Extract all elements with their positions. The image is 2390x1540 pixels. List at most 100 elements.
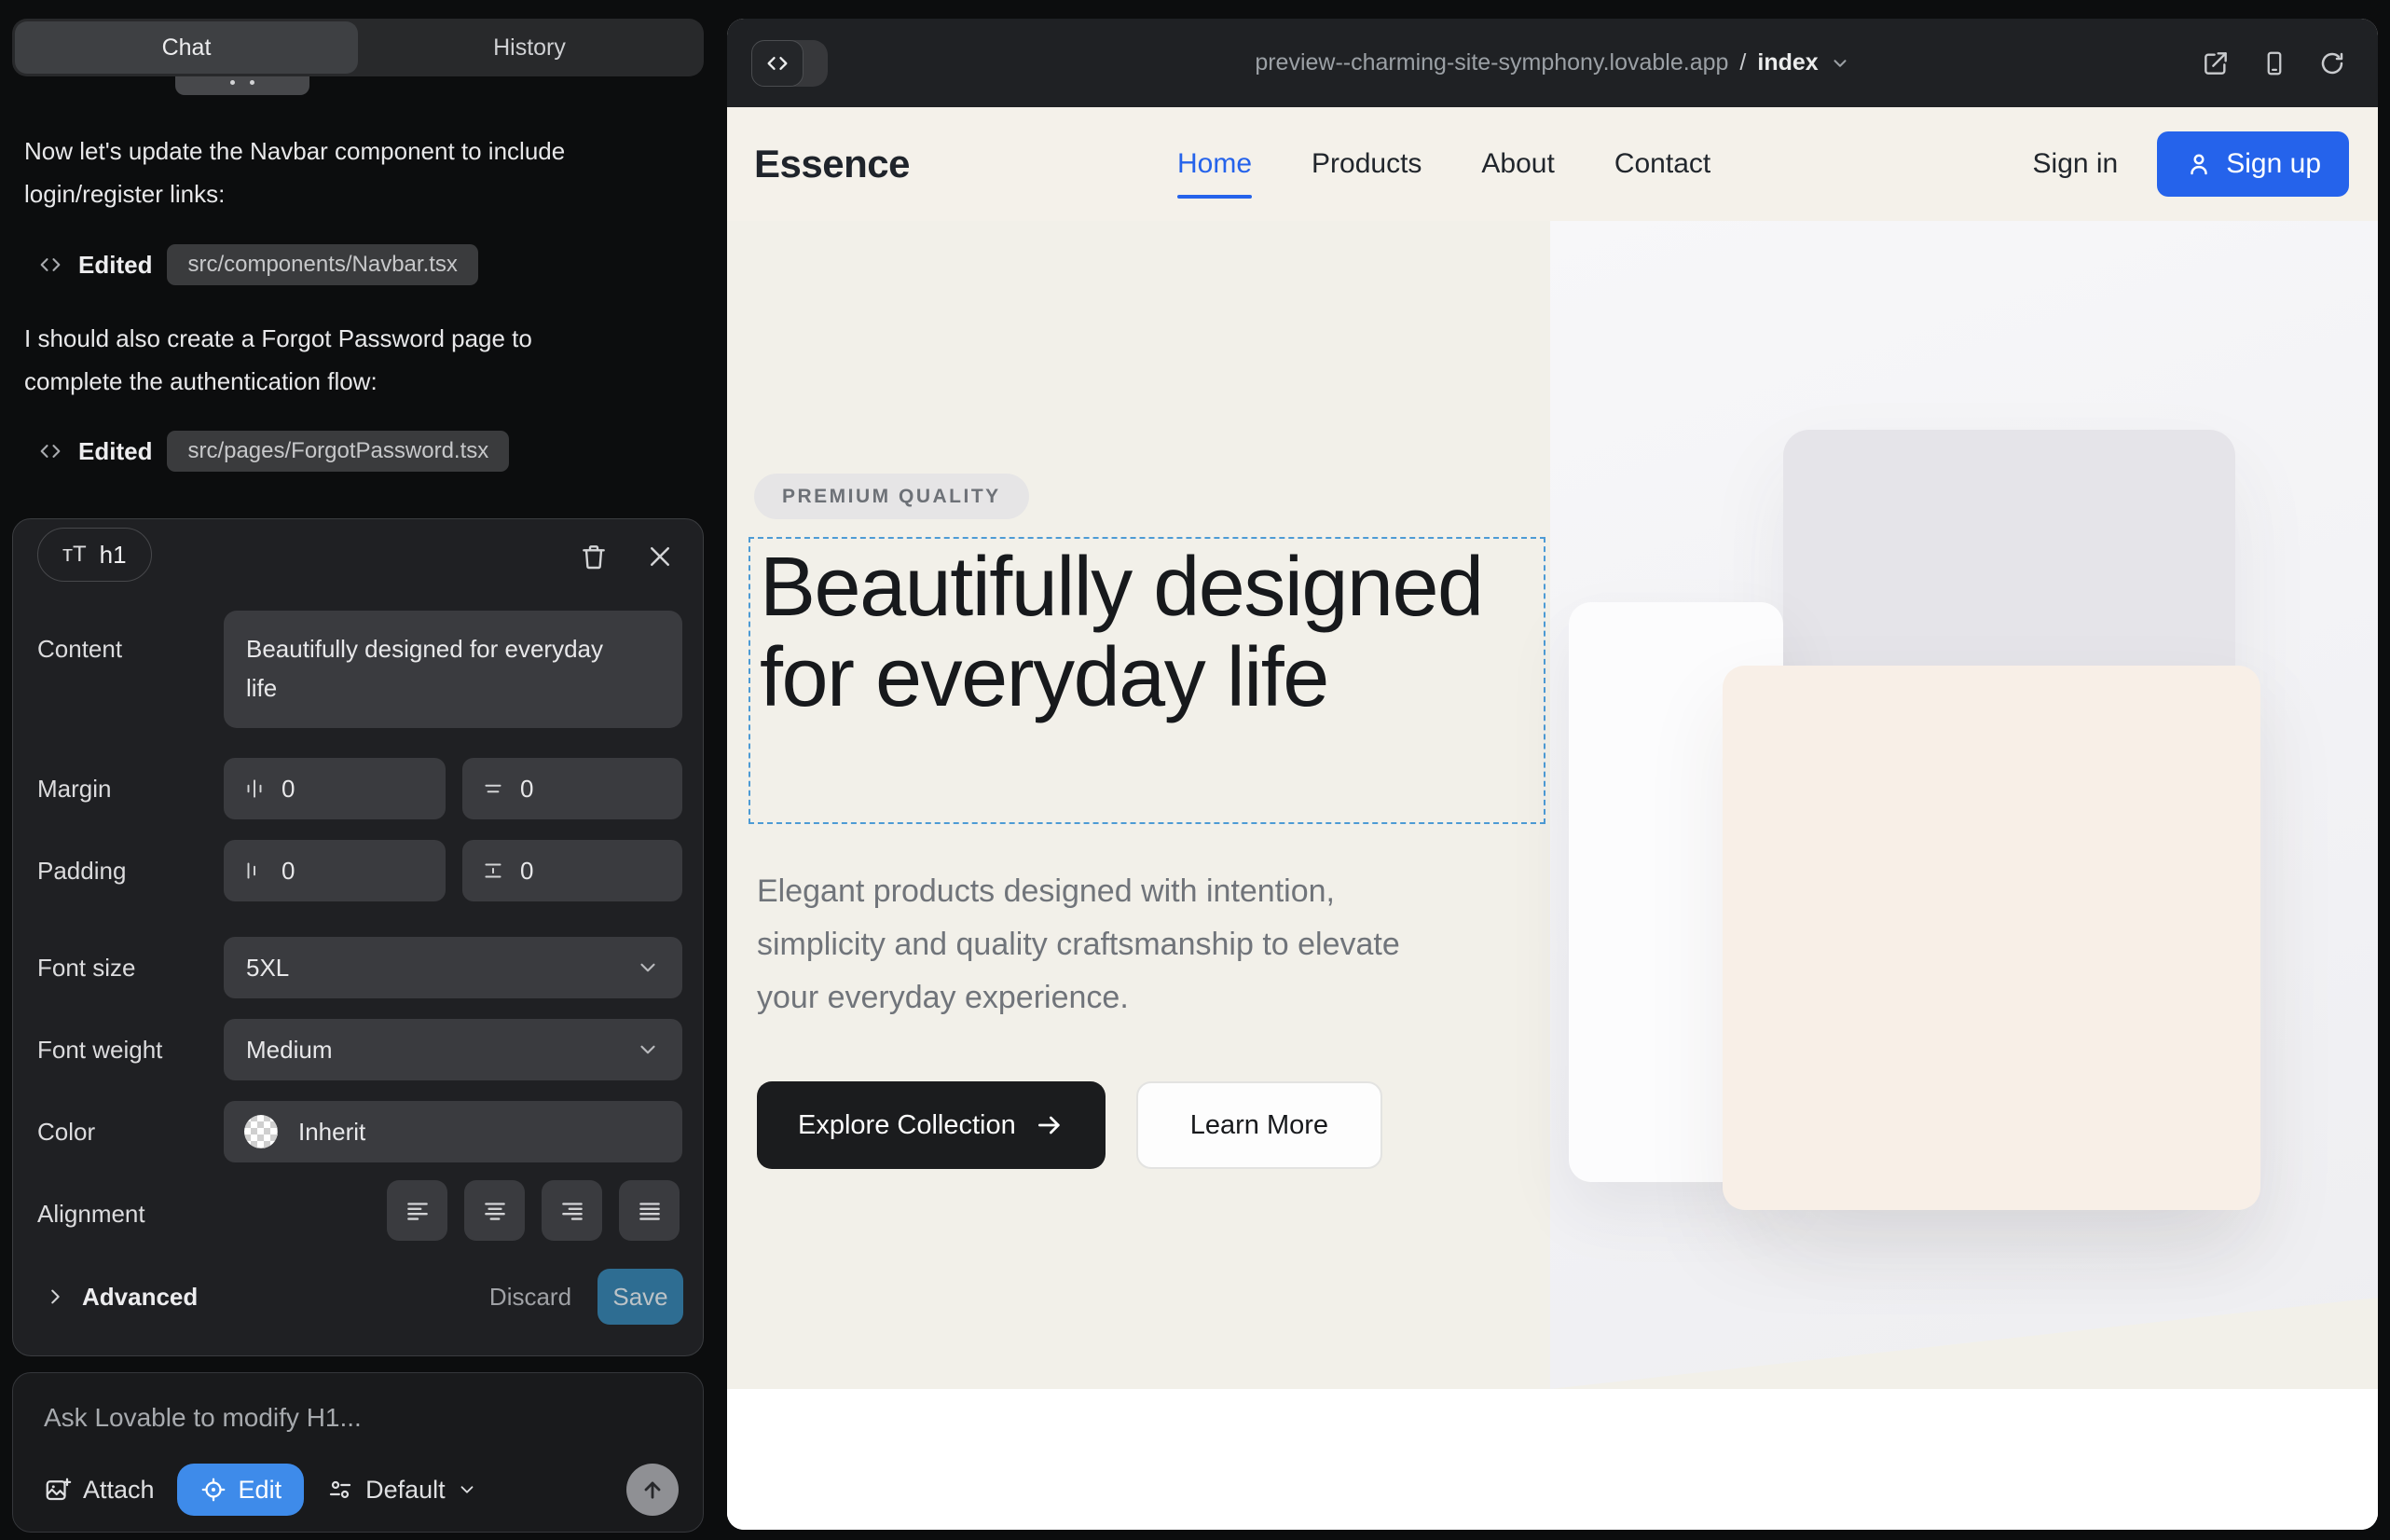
font-weight-label: Font weight <box>37 1036 162 1065</box>
margin-horizontal-icon <box>242 777 267 801</box>
url-path: index <box>1757 49 1818 76</box>
padding-x-input[interactable]: 0 <box>224 840 446 901</box>
learn-more-button[interactable]: Learn More <box>1136 1081 1382 1169</box>
advanced-label: Advanced <box>82 1283 198 1312</box>
file-chip[interactable]: src/pages/ForgotPassword.tsx <box>167 431 509 472</box>
preview-window: preview--charming-site-symphony.lovable.… <box>727 19 2378 1530</box>
font-size-value: 5XL <box>246 954 289 983</box>
edited-file-row: Edited src/components/Navbar.tsx <box>37 244 478 285</box>
discard-button[interactable]: Discard <box>479 1269 582 1325</box>
tab-chat[interactable]: Chat <box>15 21 358 74</box>
font-weight-select[interactable]: Medium <box>224 1019 682 1080</box>
save-button[interactable]: Save <box>598 1269 683 1325</box>
user-icon <box>2185 150 2213 178</box>
composer-input[interactable]: Ask Lovable to modify H1... <box>44 1403 362 1433</box>
typography-icon: тT <box>62 542 87 568</box>
edited-label: Edited <box>78 437 152 466</box>
margin-vertical-icon <box>481 777 505 801</box>
margin-y-value: 0 <box>520 775 533 804</box>
element-editor-panel: тT h1 Content Beautifully designed for e… <box>12 518 704 1356</box>
chevron-down-icon <box>636 1038 660 1062</box>
color-swatch-transparent <box>244 1115 278 1148</box>
site-footer-band <box>727 1389 2378 1530</box>
default-mode-dropdown[interactable]: Default <box>326 1476 477 1505</box>
locate-icon <box>199 1476 227 1504</box>
default-label: Default <box>365 1476 446 1505</box>
color-select[interactable]: Inherit <box>224 1101 682 1162</box>
selected-element-tag[interactable]: тT h1 <box>37 528 152 582</box>
font-size-select[interactable]: 5XL <box>224 937 682 998</box>
explore-collection-label: Explore Collection <box>798 1110 1016 1141</box>
sidebar-tabs: Chat History <box>12 19 704 76</box>
decor-diagonal-wedge <box>1550 1298 2378 1389</box>
code-icon <box>37 438 63 464</box>
nav-link-products[interactable]: Products <box>1312 148 1422 180</box>
browser-actions <box>2201 19 2346 107</box>
site-viewport: Essence Home Products About Contact Sign… <box>727 107 2378 1530</box>
nav-link-contact[interactable]: Contact <box>1614 148 1710 180</box>
align-center-button[interactable] <box>464 1180 525 1241</box>
refresh-icon[interactable] <box>2318 49 2346 77</box>
composer-toolbar: Attach Edit Default <box>44 1463 679 1517</box>
sidebar: Chat History Now let's update the Navbar… <box>0 0 727 1540</box>
tab-history[interactable]: History <box>358 21 701 74</box>
chat-message: I should also create a Forgot Password p… <box>24 317 584 403</box>
content-input[interactable]: Beautifully designed for everyday life <box>224 611 682 728</box>
chevron-down-icon <box>1830 53 1850 74</box>
margin-y-input[interactable]: 0 <box>462 758 682 819</box>
padding-y-input[interactable]: 0 <box>462 840 682 901</box>
edited-label: Edited <box>78 251 152 280</box>
browser-chrome: preview--charming-site-symphony.lovable.… <box>727 19 2378 107</box>
decor-card-cream <box>1723 666 2260 1210</box>
padding-horizontal-icon <box>242 859 267 883</box>
site-logo[interactable]: Essence <box>754 107 910 221</box>
selection-outline: Beautifully designed for everyday life <box>749 537 1545 824</box>
font-size-label: Font size <box>37 954 136 983</box>
code-icon <box>751 40 804 87</box>
sign-up-button[interactable]: Sign up <box>2157 131 2349 197</box>
send-button[interactable] <box>626 1464 679 1516</box>
premium-quality-badge: PREMIUM QUALITY <box>754 474 1029 519</box>
attach-label: Attach <box>83 1476 155 1505</box>
attach-button[interactable]: Attach <box>44 1476 155 1505</box>
lovable-app: Chat History Now let's update the Navbar… <box>0 0 2390 1540</box>
align-left-button[interactable] <box>387 1180 447 1241</box>
color-label: Color <box>37 1118 95 1147</box>
explore-collection-button[interactable]: Explore Collection <box>757 1081 1106 1169</box>
margin-label: Margin <box>37 775 111 804</box>
edit-mode-button[interactable]: Edit <box>177 1464 305 1516</box>
padding-y-value: 0 <box>520 857 533 886</box>
chevron-down-icon <box>457 1479 477 1500</box>
edited-file-row: Edited src/pages/ForgotPassword.tsx <box>37 431 509 472</box>
site-auth-actions: Sign in Sign up <box>2033 107 2349 221</box>
nav-link-home[interactable]: Home <box>1177 148 1252 180</box>
advanced-toggle[interactable]: Advanced <box>45 1269 198 1325</box>
alignment-label: Alignment <box>37 1200 145 1229</box>
arrow-right-icon <box>1035 1110 1065 1140</box>
tag-name: h1 <box>100 541 127 570</box>
site-navbar: Essence Home Products About Contact Sign… <box>727 107 2378 221</box>
padding-vertical-icon <box>481 859 505 883</box>
sign-in-link[interactable]: Sign in <box>2033 148 2119 180</box>
content-label: Content <box>37 635 122 664</box>
padding-label: Padding <box>37 857 126 886</box>
align-right-button[interactable] <box>542 1180 602 1241</box>
code-icon <box>37 252 63 278</box>
open-external-icon[interactable] <box>2201 48 2231 78</box>
url-separator: / <box>1739 49 1746 76</box>
file-chip[interactable]: src/components/Navbar.tsx <box>167 244 477 285</box>
close-panel-button[interactable] <box>639 536 680 577</box>
nav-link-about[interactable]: About <box>1481 148 1554 180</box>
align-justify-button[interactable] <box>619 1180 680 1241</box>
site-nav-links: Home Products About Contact <box>1177 107 1710 221</box>
chat-message: Now let's update the Navbar component to… <box>24 130 584 215</box>
margin-x-input[interactable]: 0 <box>224 758 446 819</box>
font-weight-value: Medium <box>246 1036 332 1065</box>
hero-heading[interactable]: Beautifully designed for everyday life <box>760 543 1533 723</box>
chat-composer[interactable]: Ask Lovable to modify H1... Attach Edit <box>12 1372 704 1533</box>
code-preview-toggle[interactable] <box>751 40 828 87</box>
delete-element-button[interactable] <box>573 536 614 577</box>
sliders-icon <box>326 1476 354 1504</box>
mobile-view-icon[interactable] <box>2260 49 2288 77</box>
url-bar[interactable]: preview--charming-site-symphony.lovable.… <box>1255 49 1849 76</box>
